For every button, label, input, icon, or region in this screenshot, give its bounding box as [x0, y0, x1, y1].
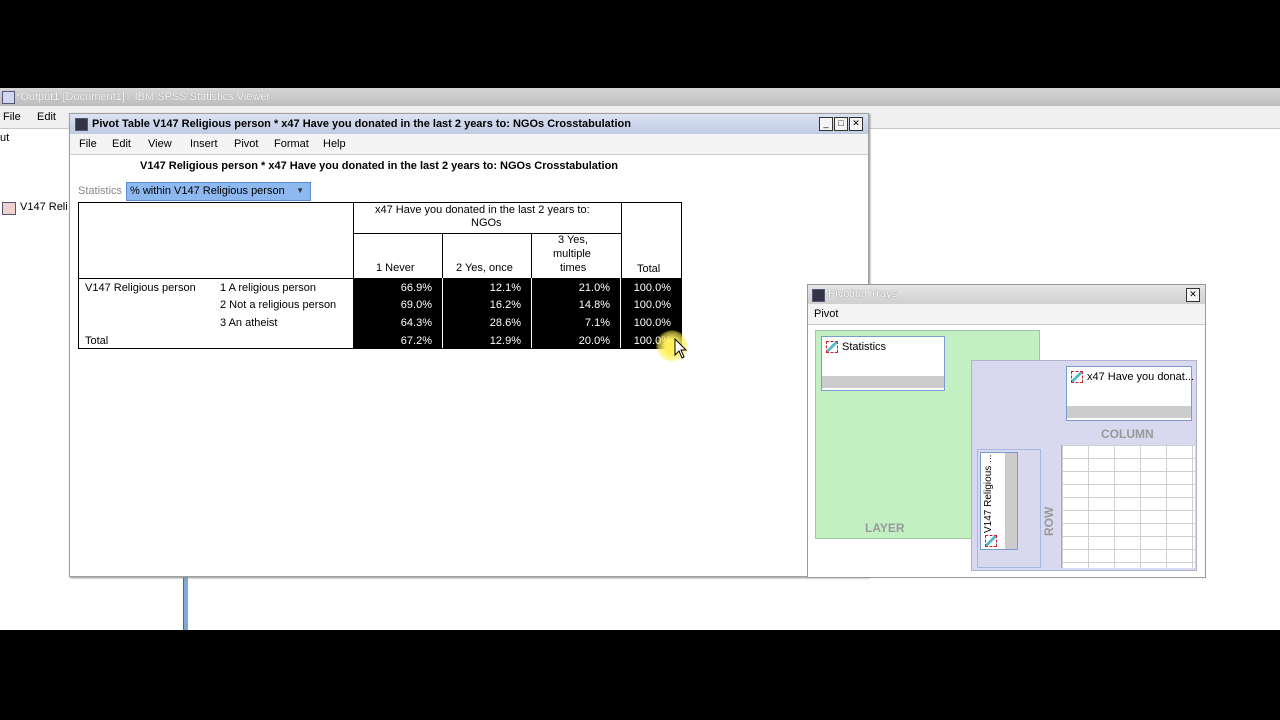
trays-menu-bar: Pivot: [808, 304, 1205, 325]
spss-app-icon: [2, 91, 15, 104]
column-group-header: NGOs: [471, 217, 502, 229]
statistics-chip[interactable]: Statistics: [821, 336, 945, 391]
menu-view[interactable]: View: [148, 138, 172, 150]
header-divider: [442, 233, 443, 278]
table-cell-total[interactable]: 12.9%: [447, 335, 521, 347]
table-cell[interactable]: 66.9%: [358, 282, 432, 294]
table-title: V147 Religious person * x47 Have you don…: [140, 160, 619, 172]
chip-handle: [1067, 406, 1191, 418]
chevron-down-icon: ▼: [296, 186, 304, 195]
column-header-never: 1 Never: [376, 262, 415, 274]
data-divider: [531, 278, 532, 348]
chip-handle: [822, 376, 944, 388]
row-label-bottom: [78, 348, 353, 349]
trays-window-icon: [812, 289, 825, 302]
pivot-window-icon: [75, 118, 88, 131]
chip-handle: [1005, 453, 1017, 549]
header-divider: [621, 202, 622, 278]
column-header-multiple: 3 Yes,: [558, 234, 588, 246]
header-divider: [531, 233, 532, 278]
table-cell[interactable]: 100.0%: [625, 299, 671, 311]
statistics-label: Statistics: [78, 185, 123, 197]
trays-title: Pivoting Trays: [828, 288, 898, 300]
row-label: ROW: [1042, 506, 1056, 536]
mouse-cursor-icon: [674, 338, 688, 359]
splitter-handle[interactable]: [183, 576, 188, 630]
header-bottom-rule: [78, 278, 682, 279]
row-variable-chip[interactable]: V147 Religious ...: [980, 452, 1018, 550]
column-label: COLUMN: [1101, 427, 1154, 441]
viewer-menu-edit[interactable]: Edit: [37, 111, 56, 123]
crosstab-table: x47 Have you donated in the last 2 years…: [78, 202, 683, 350]
row-label: 3 An atheist: [220, 317, 278, 329]
pivoting-trays-window: Pivoting Trays ✕ Pivot Statistics LAYER …: [807, 284, 1206, 578]
data-divider: [442, 278, 443, 348]
maximize-button[interactable]: □: [834, 117, 848, 131]
pivot-window-title: Pivot Table V147 Religious person * x47 …: [92, 118, 631, 130]
close-button[interactable]: ✕: [1186, 288, 1200, 302]
table-cell-total[interactable]: 20.0%: [536, 335, 610, 347]
table-cell[interactable]: 7.1%: [536, 317, 610, 329]
table-cell[interactable]: 12.1%: [447, 282, 521, 294]
viewer-title: *Output1 [Document1] - IBM SPSS Statisti…: [16, 91, 271, 103]
table-cell[interactable]: 69.0%: [358, 299, 432, 311]
outline-item-label: V147 Reli: [20, 201, 68, 213]
menu-file[interactable]: File: [79, 138, 97, 150]
viewer-menu-file[interactable]: File: [3, 111, 21, 123]
layer-label: LAYER: [865, 521, 905, 535]
total-row-label: Total: [85, 335, 109, 347]
column-variable-chip[interactable]: x47 Have you donat...: [1066, 366, 1195, 421]
row-variable-label: V147 Religious person: [85, 282, 196, 294]
viewer-title-bar: *Output1 [Document1] - IBM SPSS Statisti…: [0, 88, 1280, 106]
menu-edit[interactable]: Edit: [112, 138, 131, 150]
row-label: 2 Not a religious person: [220, 299, 337, 311]
table-border-right: [681, 202, 682, 349]
header-divider: [353, 202, 354, 278]
table-icon: [2, 202, 16, 215]
table-cell[interactable]: 16.2%: [447, 299, 521, 311]
statistics-chip-label: Statistics: [842, 341, 887, 353]
statistics-selected-value: % within V147 Religious person: [130, 185, 285, 197]
column-header-multiple: times: [560, 262, 587, 274]
table-border-left: [78, 202, 79, 349]
minimize-button[interactable]: _: [819, 117, 833, 131]
pivot-dimension-icon: [826, 341, 838, 353]
menu-help[interactable]: Help: [323, 138, 346, 150]
column-header-once: 2 Yes, once: [456, 262, 513, 274]
column-header-total: Total: [637, 263, 661, 275]
trays-menu-pivot[interactable]: Pivot: [814, 308, 838, 320]
column-group-header: x47 Have you donated in the last 2 years…: [375, 204, 590, 216]
close-button[interactable]: ✕: [849, 117, 863, 131]
table-cell[interactable]: 100.0%: [625, 317, 671, 329]
menu-insert[interactable]: Insert: [190, 138, 218, 150]
outline-pane: ut V147 Reli: [0, 129, 68, 630]
pivot-menu-bar: File Edit View Insert Pivot Format Help: [70, 134, 868, 155]
data-grid-preview: [1061, 445, 1195, 568]
table-cell[interactable]: 14.8%: [536, 299, 610, 311]
row-tray[interactable]: V147 Religious ...: [977, 449, 1041, 568]
data-divider: [620, 278, 621, 348]
row-label: 1 A religious person: [220, 282, 317, 294]
table-cell[interactable]: 21.0%: [536, 282, 610, 294]
trays-title-bar[interactable]: Pivoting Trays ✕: [808, 285, 1205, 304]
pivot-dimension-icon: [1071, 371, 1083, 383]
pivot-table-window: Pivot Table V147 Religious person * x47 …: [69, 113, 869, 577]
table-cell[interactable]: 100.0%: [625, 282, 671, 294]
column-chip-label: x47 Have you donat...: [1087, 371, 1195, 383]
table-border-top: [78, 202, 682, 203]
outline-fragment: ut: [0, 132, 10, 144]
pivot-title-bar[interactable]: Pivot Table V147 Religious person * x47 …: [70, 114, 868, 134]
row-chip-label: V147 Religious ...: [983, 454, 994, 533]
pivot-dimension-icon: [985, 535, 997, 547]
table-cell[interactable]: 28.6%: [447, 317, 521, 329]
statistics-layer-dropdown[interactable]: % within V147 Religious person ▼: [126, 182, 311, 201]
menu-format[interactable]: Format: [274, 138, 309, 150]
table-cell[interactable]: 64.3%: [358, 317, 432, 329]
menu-pivot[interactable]: Pivot: [234, 138, 258, 150]
table-cell-total[interactable]: 67.2%: [358, 335, 432, 347]
pivot-area: x47 Have you donat... COLUMN V147 Religi…: [971, 360, 1197, 571]
column-header-multiple: multiple: [553, 248, 591, 260]
